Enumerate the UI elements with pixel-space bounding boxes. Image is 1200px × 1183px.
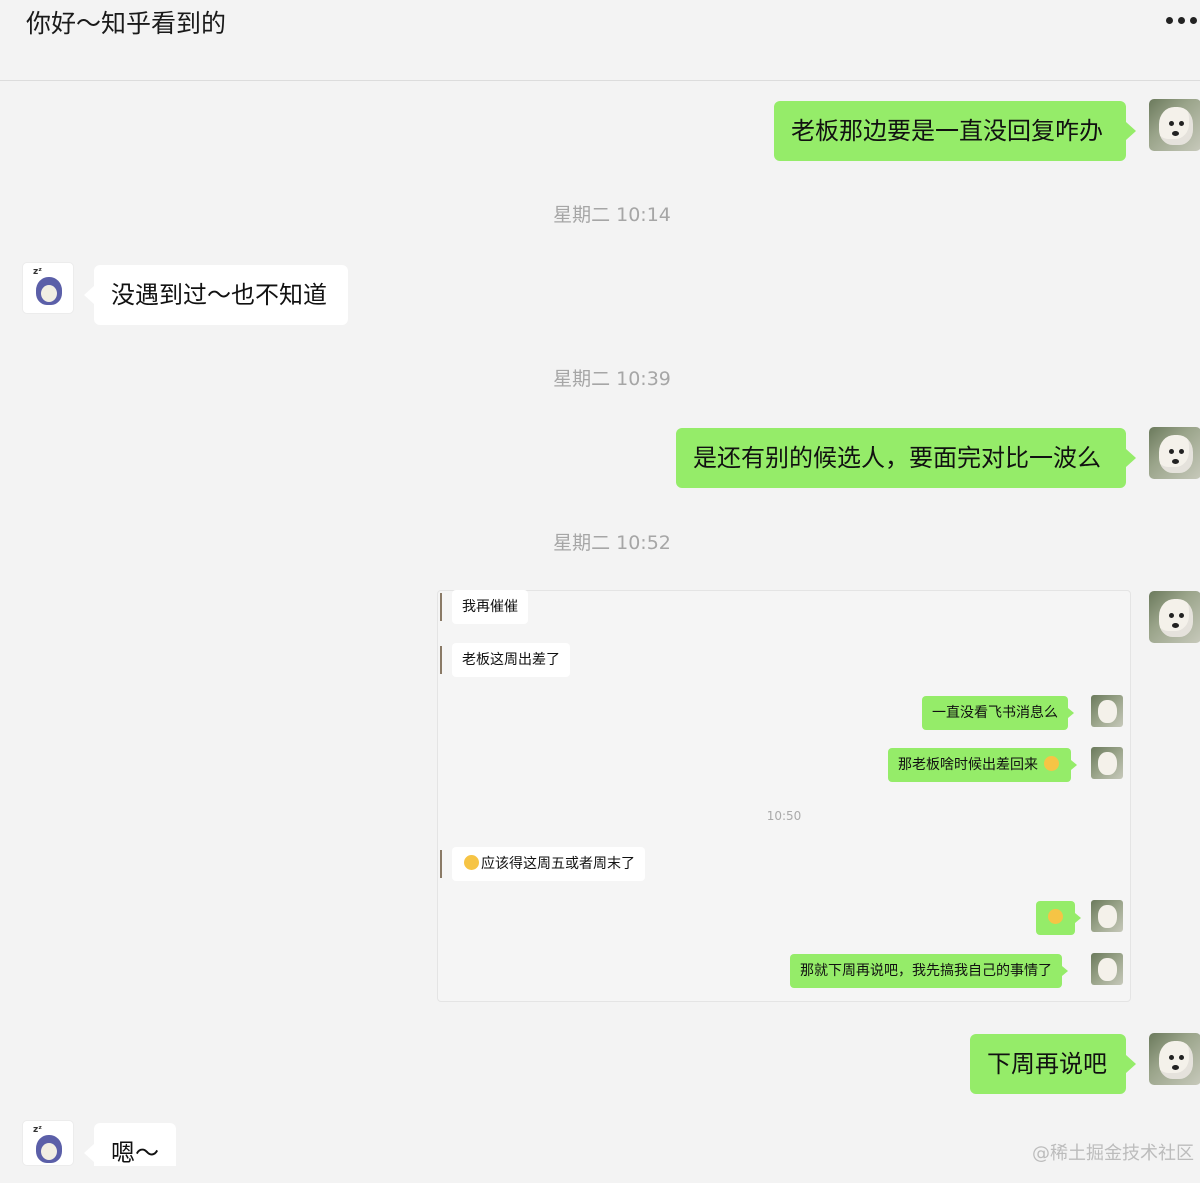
message-bubble-contact[interactable]: 没遇到过～也不知道 [84, 265, 348, 325]
timestamp: 星期二 10:14 [553, 204, 671, 226]
embedded-message-contact: 应该得这周五或者周末了 [440, 847, 645, 881]
embedded-avatar [1091, 695, 1123, 727]
embedded-message-me: 一直没看飞书消息么 [922, 696, 1074, 730]
embedded-avatar [1091, 953, 1123, 985]
message-bubble-me[interactable]: 老板那边要是一直没回复咋办 [774, 101, 1136, 161]
chat-title: 你好～知乎看到的 [26, 9, 227, 38]
watermark: @稀土掘金技术社区 [1032, 1143, 1194, 1164]
embedded-avatar [1091, 747, 1123, 779]
emoji-icon [1048, 909, 1063, 924]
my-avatar[interactable] [1149, 591, 1200, 643]
my-avatar[interactable] [1149, 99, 1200, 151]
message-bubble-me[interactable]: 下周再说吧 [970, 1034, 1136, 1094]
timestamp: 星期二 10:39 [553, 368, 671, 390]
embedded-timestamp: 10:50 [766, 809, 802, 823]
my-avatar[interactable] [1149, 427, 1200, 479]
timestamp: 星期二 10:52 [553, 532, 671, 554]
embedded-message-text: 那老板啥时候出差回来 [898, 757, 1038, 773]
embedded-message-text: 应该得这周五或者周末了 [481, 856, 635, 872]
embedded-message-me [1036, 901, 1081, 935]
more-options-icon[interactable] [1166, 14, 1200, 26]
message-bubble-contact[interactable]: 嗯～ [84, 1123, 176, 1167]
embedded-avatar [1091, 900, 1123, 932]
embedded-message-me: 那老板啥时候出差回来 [888, 748, 1078, 782]
embedded-message-me: 那就下周再说吧，我先搞我自己的事情了 [790, 954, 1068, 988]
my-avatar[interactable] [1149, 1033, 1200, 1085]
chat-header: 你好～知乎看到的 [0, 0, 1200, 81]
message-bubble-me[interactable]: 是还有别的候选人，要面完对比一波么 [676, 428, 1136, 488]
contact-avatar[interactable]: zᶻ [22, 262, 74, 314]
embedded-message-contact: 老板这周出差了 [440, 643, 570, 677]
embedded-message-contact: 我再催催 [440, 590, 528, 624]
contact-avatar[interactable]: zᶻ [22, 1120, 74, 1166]
emoji-icon [464, 855, 479, 870]
emoji-icon [1044, 756, 1060, 771]
